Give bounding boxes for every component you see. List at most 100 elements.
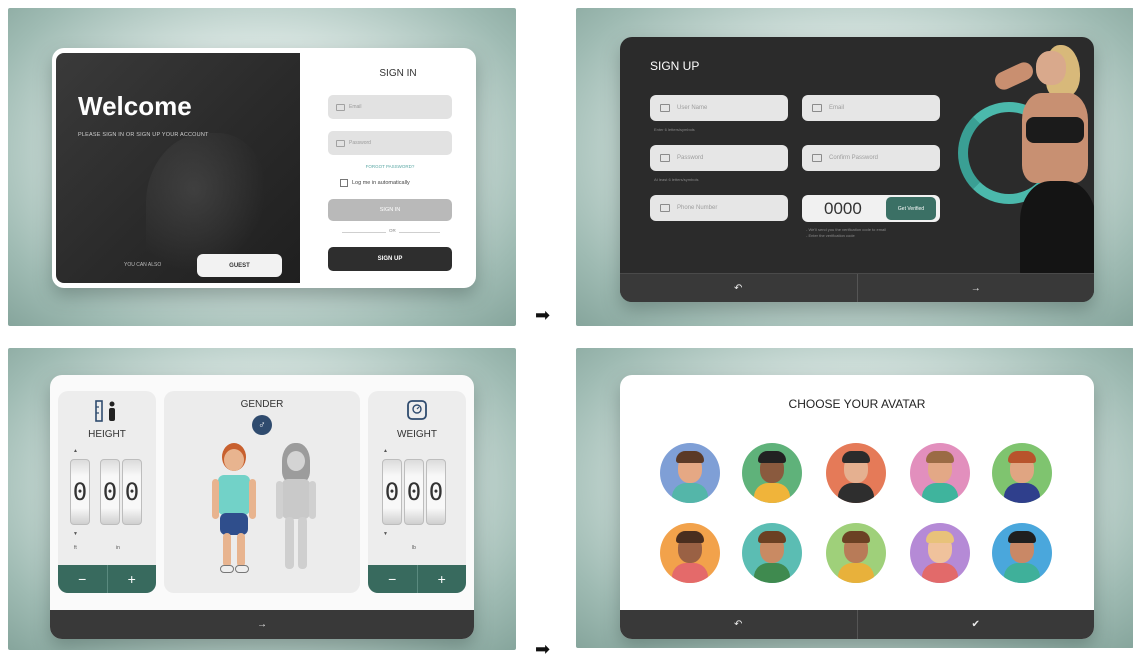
avatar-option-8[interactable]	[826, 523, 886, 583]
height-label: HEIGHT	[88, 429, 126, 440]
mail-icon	[336, 103, 345, 111]
height-stepper: − +	[58, 565, 156, 593]
avatar-title: CHOOSE YOUR AVATAR	[788, 397, 926, 411]
avatar-option-2[interactable]	[742, 443, 802, 503]
signin-screen: Welcome PLEASE SIGN IN OR SIGN UP YOUR A…	[8, 8, 516, 326]
flow-arrow-icon: ➡	[535, 639, 551, 657]
key-icon	[660, 154, 670, 162]
weight-digit-3[interactable]: 0	[426, 459, 446, 525]
athlete-image	[988, 45, 1094, 281]
checkbox-box[interactable]	[340, 179, 348, 187]
verify-hint-1: - We'll send you the verification code t…	[806, 227, 887, 232]
avatar-footer: ↶ ✔	[620, 610, 1094, 639]
email-field[interactable]: Email	[328, 95, 452, 119]
email-placeholder: Email	[349, 104, 362, 110]
remember-label: Log me in automatically	[352, 180, 410, 186]
signin-title: SIGN IN	[379, 68, 417, 79]
or-label: OR	[386, 228, 399, 233]
remember-me-checkbox[interactable]: Log me in automatically	[340, 179, 410, 187]
height-ruler-person-icon	[95, 400, 115, 422]
avatar-option-5[interactable]	[992, 443, 1052, 503]
weight-panel: WEIGHT ▲ 0 0 0 ▼ lb − +	[368, 391, 466, 593]
guest-button[interactable]: GUEST	[197, 254, 282, 277]
username-hint: Enter 6 letters/symbols	[654, 127, 695, 132]
signup-button[interactable]: SIGN UP	[328, 247, 452, 271]
guest-prompt: YOU CAN ALSO	[124, 262, 162, 268]
avatar-option-3[interactable]	[826, 443, 886, 503]
weight-down-marker: ▼	[383, 531, 388, 537]
height-up-marker: ▲	[73, 448, 78, 454]
onboarding-flow-storyboard: Welcome PLEASE SIGN IN OR SIGN UP YOUR A…	[0, 0, 1133, 657]
confirm-button[interactable]: ✔	[856, 610, 1095, 639]
phone-icon	[660, 204, 670, 212]
mail-icon	[812, 104, 822, 112]
scale-icon	[407, 400, 427, 420]
flow-arrow-icon: ➡	[535, 305, 551, 325]
avatar-card: CHOOSE YOUR AVATAR ↶ ✔	[620, 375, 1094, 639]
email-field[interactable]: Email	[802, 95, 940, 121]
welcome-panel: Welcome PLEASE SIGN IN OR SIGN UP YOUR A…	[56, 53, 300, 283]
weight-stepper: − +	[368, 565, 466, 593]
signup-footer: ↶ →	[620, 273, 1094, 302]
back-button[interactable]: ↶	[620, 274, 857, 302]
male-symbol-icon: ♂	[252, 415, 272, 435]
height-down-marker: ▼	[73, 531, 78, 537]
weight-digit-2[interactable]: 0	[404, 459, 424, 525]
avatar-option-4[interactable]	[910, 443, 970, 503]
body-info-card: HEIGHT ▲ 0 0 0 ▼ ft in − + GENDER ♂ WEIG…	[50, 375, 474, 639]
phone-field[interactable]: Phone Number	[650, 195, 788, 221]
height-panel: HEIGHT ▲ 0 0 0 ▼ ft in − +	[58, 391, 156, 593]
height-unit-feet: ft	[74, 545, 77, 551]
avatar-option-7[interactable]	[742, 523, 802, 583]
signup-title: SIGN UP	[650, 59, 700, 73]
background-figure-image	[146, 133, 266, 273]
checkmark-icon: ✔	[971, 619, 980, 630]
verify-hint-2: - Enter the verification code	[806, 233, 855, 238]
get-verified-button[interactable]: Get Verified	[886, 197, 936, 220]
weight-label: WEIGHT	[397, 429, 437, 440]
body-info-screen: HEIGHT ▲ 0 0 0 ▼ ft in − + GENDER ♂ WEIG…	[8, 348, 516, 650]
height-feet-digit[interactable]: 0	[70, 459, 90, 525]
avatar-option-1[interactable]	[660, 443, 720, 503]
undo-icon: ↶	[734, 282, 743, 294]
gender-panel: GENDER ♂	[164, 391, 360, 593]
phone-placeholder: Phone Number	[677, 205, 718, 211]
weight-digit-1[interactable]: 0	[382, 459, 402, 525]
key-icon	[336, 139, 345, 147]
female-figure[interactable]	[274, 443, 318, 575]
username-field[interactable]: User Name	[650, 95, 788, 121]
password-field[interactable]: Password	[650, 145, 788, 171]
signin-button[interactable]: SIGN IN	[328, 199, 452, 221]
height-inch-digit-2[interactable]: 0	[122, 459, 142, 525]
height-inch-digit-1[interactable]: 0	[100, 459, 120, 525]
arrow-right-icon: →	[970, 282, 981, 294]
weight-minus-button[interactable]: −	[368, 565, 417, 593]
password-placeholder: Password	[677, 155, 704, 161]
undo-icon: ↶	[734, 619, 743, 630]
welcome-subtitle: PLEASE SIGN IN OR SIGN UP YOUR ACCOUNT	[78, 132, 209, 138]
weight-plus-button[interactable]: +	[416, 565, 467, 593]
height-unit-inch: in	[116, 545, 120, 551]
height-plus-button[interactable]: +	[106, 565, 157, 593]
email-placeholder: Email	[829, 105, 845, 111]
avatar-screen: CHOOSE YOUR AVATAR ↶ ✔	[576, 348, 1133, 648]
welcome-title: Welcome	[78, 91, 192, 121]
height-minus-button[interactable]: −	[58, 565, 107, 593]
next-button[interactable]: →	[856, 274, 1095, 302]
confirm-placeholder: Confirm Password	[829, 155, 879, 161]
avatar-option-9[interactable]	[910, 523, 970, 583]
arrow-right-icon: →	[257, 619, 267, 630]
password-field[interactable]: Password	[328, 131, 452, 155]
confirm-password-field[interactable]: Confirm Password	[802, 145, 940, 171]
username-placeholder: User Name	[677, 105, 708, 111]
male-figure[interactable]	[212, 443, 256, 575]
avatar-option-10[interactable]	[992, 523, 1052, 583]
avatar-option-6[interactable]	[660, 523, 720, 583]
forgot-password-link[interactable]: FORGOT PASSWORD?	[328, 164, 452, 169]
key-icon	[812, 154, 822, 162]
next-button[interactable]: →	[50, 610, 474, 639]
signin-card: Welcome PLEASE SIGN IN OR SIGN UP YOUR A…	[52, 48, 476, 288]
back-button[interactable]: ↶	[620, 610, 857, 639]
password-hint: At least 6 letters/symbols	[654, 177, 699, 182]
gender-label: GENDER	[240, 399, 284, 410]
